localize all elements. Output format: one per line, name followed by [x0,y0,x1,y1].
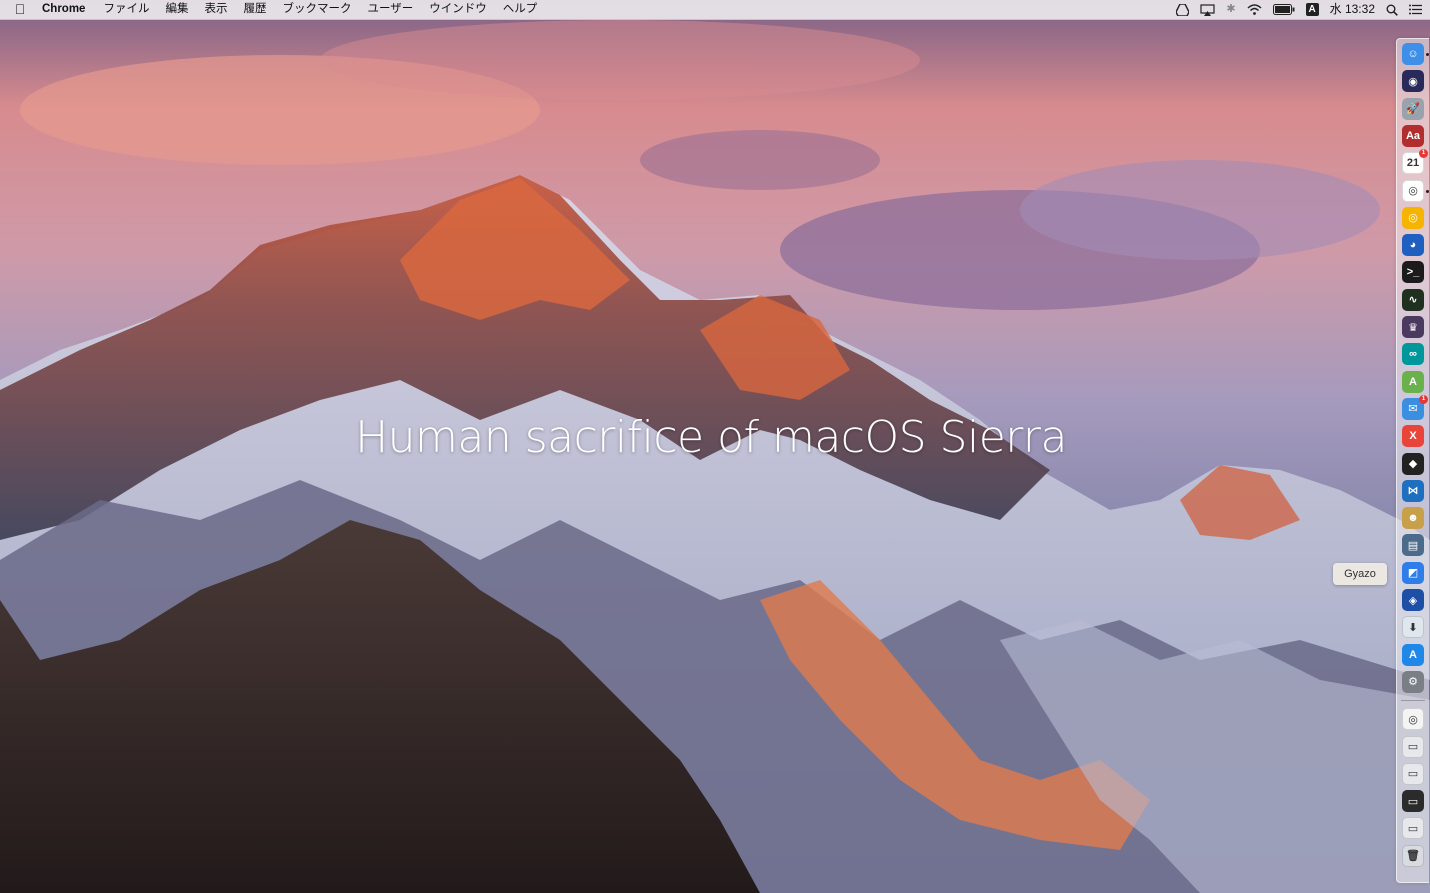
chrome-canary-icon[interactable]: ◎ [1402,206,1424,229]
xmind-glyph: X [1409,430,1417,443]
bluetooth-icon[interactable]: ✱ [1226,0,1235,19]
running-indicator [1426,53,1429,56]
firefox-glyph: ◕ [1409,239,1417,252]
chrome-doc-glyph: ◎ [1408,713,1418,726]
dictionary-glyph: Aa [1405,129,1421,142]
chrome-icon[interactable]: ◎ [1402,179,1424,202]
menu-app-name[interactable]: Chrome [40,0,95,19]
screenshot-stack-3-icon[interactable]: ▭ [1402,790,1424,813]
firefox-icon[interactable]: ◕ [1402,234,1424,257]
desktop-wallpaper: Human sacrifice of macOS Sierra [0,0,1430,893]
headline-text: Human sacrifice of macOS Sierra [355,412,1067,463]
arduino-glyph: ∞ [1409,348,1417,361]
siri-icon[interactable]: ◉ [1402,70,1424,93]
unity-icon[interactable]: ◆ [1402,452,1424,475]
dock: ☺ ◉ 🚀 Aa 21 1 ◎ ◎ ◕ >_ ∿ ♛ ∞ A ✉ 1 X ◆ ⋈ ☻ ▤ ◩ ◈ ⬇ A ⚙ ◎ ▭ ▭ ▭ ▭ 🗑 [1396,38,1429,883]
chrome-glyph: ◎ [1408,185,1418,197]
menu-bookmarks[interactable]: ブックマーク [274,0,359,19]
archive-glyph: ▤ [1407,539,1419,552]
apple-icon[interactable]:  [0,0,40,19]
launchpad-glyph: 🚀 [1406,103,1420,116]
notification-badge: 1 [1419,149,1428,159]
airplay-icon[interactable] [1200,0,1216,19]
menu-view[interactable]: 表示 [196,0,235,19]
wifi-icon[interactable] [1247,0,1262,19]
finder-glyph: ☺ [1407,48,1419,60]
downloads-app-glyph: ⬇ [1408,621,1418,634]
chrome-doc-icon[interactable]: ◎ [1402,708,1424,731]
archive-icon[interactable]: ▤ [1402,534,1424,557]
launchpad-icon[interactable]: 🚀 [1402,97,1424,120]
gyazo-glyph: ◩ [1407,567,1419,580]
xmind-icon[interactable]: X [1402,425,1424,448]
screenshot-stack-3-glyph: ▭ [1407,795,1419,808]
screenshot-stack-1-glyph: ▭ [1407,741,1419,753]
android-studio-glyph: A [1409,375,1417,388]
calendar-glyph: 21 [1406,157,1420,170]
screenshot-stack-2-icon[interactable]: ▭ [1402,762,1424,785]
chrome-canary-glyph: ◎ [1408,212,1418,225]
notification-badge: 1 [1419,394,1428,404]
terminal-glyph: >_ [1406,266,1420,279]
menu-edit[interactable]: 編集 [157,0,196,19]
activity-monitor-icon[interactable]: ∿ [1402,288,1424,311]
system-preferences-icon[interactable]: ⚙ [1402,670,1424,693]
menu-people[interactable]: ユーザー [359,0,421,19]
google-drive-icon[interactable] [1176,0,1190,19]
running-indicator [1426,189,1429,193]
terminal-icon[interactable]: >_ [1402,261,1424,284]
menu-help[interactable]: ヘルプ [495,0,546,19]
menu-file[interactable]: ファイル [95,0,157,19]
dock-separator [1401,700,1425,702]
android-studio-icon[interactable]: A [1402,370,1424,393]
menu-bar-left:  Chrome ファイル 編集 表示 履歴 ブックマーク ユーザー ウインドウ… [0,0,545,19]
unity-glyph: ◆ [1408,458,1418,470]
gyazo-icon[interactable]: ◩ [1402,561,1424,584]
cyberduck-glyph: ☻ [1407,512,1419,525]
mail-glyph: ✉ [1408,403,1418,416]
vscode-icon[interactable]: ⋈ [1402,479,1424,502]
arduino-icon[interactable]: ∞ [1402,343,1424,366]
screenshot-stack-1-icon[interactable]: ▭ [1402,735,1424,758]
app-store-icon[interactable]: A [1402,643,1424,666]
status-area: ✱ A 水 13:32 [1176,0,1422,19]
cyberduck-icon[interactable]: ☻ [1402,507,1424,530]
siri-glyph: ◉ [1408,75,1418,88]
menu-bar:  Chrome ファイル 編集 表示 履歴 ブックマーク ユーザー ウインドウ… [0,0,1430,20]
finder-icon[interactable]: ☺ [1402,43,1424,65]
spotlight-search-icon[interactable] [1386,0,1398,19]
trash-icon[interactable]: 🗑 [1402,844,1424,867]
screenshot-stack-4-icon[interactable]: ▭ [1402,817,1424,840]
alfred-icon[interactable]: ♛ [1402,316,1424,338]
sourcetree-glyph: ◈ [1408,594,1418,607]
system-preferences-glyph: ⚙ [1408,676,1418,689]
screenshot-stack-4-glyph: ▭ [1407,822,1419,835]
activity-monitor-glyph: ∿ [1408,294,1418,307]
menu-window[interactable]: ウインドウ [421,0,495,19]
sourcetree-icon[interactable]: ◈ [1402,589,1424,611]
menu-history[interactable]: 履歴 [235,0,274,19]
screenshot-stack-2-glyph: ▭ [1407,768,1419,781]
app-store-glyph: A [1409,648,1417,661]
vscode-glyph: ⋈ [1407,485,1419,498]
input-source-indicator[interactable]: A [1305,0,1319,19]
trash-glyph: 🗑 [1406,850,1420,863]
downloads-app-icon[interactable]: ⬇ [1402,616,1424,639]
battery-icon[interactable] [1272,0,1295,19]
notification-center-icon[interactable] [1409,0,1422,19]
clock[interactable]: 水 13:32 [1330,0,1375,19]
dictionary-icon[interactable]: Aa [1402,124,1424,147]
alfred-glyph: ♛ [1408,321,1418,334]
dock-tooltip: Gyazo [1333,563,1387,585]
